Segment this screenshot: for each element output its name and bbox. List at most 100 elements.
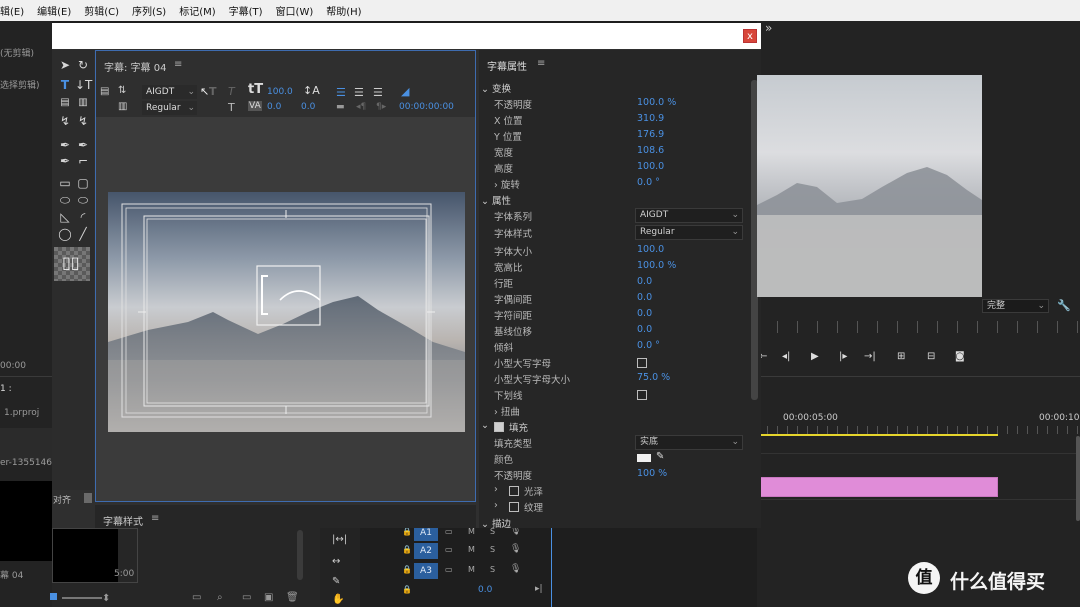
close-button[interactable]: x	[743, 29, 757, 43]
lock-icon[interactable]: 🔒	[402, 585, 412, 594]
font-size-value[interactable]: 100.0	[267, 87, 293, 97]
convert-anchor-tool-icon[interactable]: ⌐	[75, 154, 91, 168]
sync-icon[interactable]: ▭	[445, 565, 453, 574]
play-icon[interactable]: ▶	[811, 351, 819, 362]
align-right-icon[interactable]: ☰	[373, 86, 383, 99]
rounded-rect-tool-icon[interactable]: ▢	[75, 176, 91, 190]
mic-icon[interactable]: 🎙	[510, 564, 521, 574]
lock-icon[interactable]: 🔒	[402, 565, 412, 574]
title-tab[interactable]: 字幕: 字幕 04	[104, 59, 166, 74]
fill-opacity-value[interactable]: 100 %	[637, 468, 667, 479]
show-background-video-icon[interactable]: ◢	[401, 85, 409, 98]
new-item-icon[interactable]: ▣	[264, 592, 273, 603]
solo-button[interactable]: S	[490, 545, 495, 554]
arc-tool-icon[interactable]: ◜	[75, 210, 91, 224]
color-swatch[interactable]	[637, 454, 651, 462]
wrench-icon[interactable]: 🔧	[1057, 299, 1071, 312]
lock-icon[interactable]: 🔒	[402, 527, 412, 536]
section-stroke[interactable]: ⌄ 描边	[479, 515, 749, 528]
texture-checkbox[interactable]	[509, 502, 519, 512]
timeline-scrollbar[interactable]	[1076, 436, 1080, 521]
program-monitor-preview[interactable]	[757, 75, 982, 297]
prop-row[interactable]: › 旋转 0.0 °	[479, 176, 749, 192]
pen-icon[interactable]: ✎	[332, 576, 340, 587]
search-field[interactable]	[0, 428, 52, 462]
list-view-icon[interactable]	[50, 593, 57, 600]
leading-prop-value[interactable]: 0.0	[637, 276, 652, 287]
folder-icon[interactable]: ▭	[242, 592, 251, 603]
sheen-checkbox[interactable]	[509, 486, 519, 496]
hand-icon[interactable]: ✋	[332, 594, 344, 605]
track-a3-target[interactable]: A3	[414, 563, 438, 579]
pen-tool-icon[interactable]: ✒	[57, 138, 73, 152]
menu-edit[interactable]: 编辑(E)	[37, 3, 71, 18]
expand-panels-icon[interactable]: »	[765, 21, 772, 35]
font-family-select[interactable]: AIGDT ⌄	[142, 85, 197, 99]
path-type-tool-icon[interactable]: ↯	[57, 114, 73, 128]
styles-panel-title[interactable]: 字幕样式	[103, 513, 143, 528]
mic-icon[interactable]: 🎙	[510, 544, 521, 554]
font-style-dropdown[interactable]: Regular ⌄	[635, 225, 743, 240]
ellipse-tool-icon[interactable]: ◯	[57, 227, 73, 241]
track-a2-target[interactable]: A2	[414, 543, 438, 559]
align-left-icon[interactable]: ☰	[336, 86, 346, 99]
area-type-tool-icon[interactable]: ▤	[57, 96, 73, 110]
section-fill[interactable]: ⌄ 填充	[479, 419, 749, 435]
panel-menu-icon[interactable]: ≡	[151, 513, 159, 524]
menu-title[interactable]: 字幕(T)	[229, 3, 263, 18]
mute-button[interactable]: M	[468, 527, 475, 536]
dialog-titlebar[interactable]: x	[52, 23, 761, 49]
small-caps-checkbox[interactable]	[637, 358, 647, 368]
baseline-shift-value[interactable]: 0.0	[637, 324, 652, 335]
font-family-dropdown[interactable]: AIGDT ⌄	[635, 208, 743, 223]
menu-window[interactable]: 窗口(W)	[276, 3, 314, 18]
clip-thumbnail[interactable]	[0, 481, 52, 561]
width-value[interactable]: 108.6	[637, 145, 664, 156]
delete-anchor-tool-icon[interactable]: ✒	[75, 138, 91, 152]
slip-icon[interactable]: ↔	[332, 556, 340, 567]
menu-clip[interactable]: 剪辑(C)	[84, 3, 119, 18]
sync-icon[interactable]: ▭	[445, 527, 453, 536]
type-tool-icon[interactable]: T	[57, 78, 73, 92]
zoom-slider[interactable]	[62, 597, 102, 599]
menu-edit-partial[interactable]: 辑(E)	[0, 3, 24, 18]
rotation-tool-icon[interactable]: ↻	[75, 58, 91, 72]
insert-icon[interactable]: ⊞	[897, 351, 905, 362]
rounded-corner-tool-icon[interactable]: ⬭	[75, 193, 91, 207]
sort-icon[interactable]: ⬍	[102, 593, 110, 604]
fill-checkbox[interactable]	[494, 422, 504, 432]
tracking-value[interactable]: 0.0	[637, 308, 652, 319]
align-icon[interactable]	[84, 493, 92, 503]
rotate-value[interactable]: 0.0 °	[637, 177, 660, 188]
trash-icon[interactable]: 🗑	[286, 592, 299, 603]
aspect-value[interactable]: 100.0 %	[637, 260, 676, 271]
y-position-value[interactable]: 176.9	[637, 129, 664, 140]
wedge-tool-icon[interactable]: ◺	[57, 210, 73, 224]
font-size-prop-value[interactable]: 100.0	[637, 244, 664, 255]
selection-tool-icon[interactable]: ➤	[57, 58, 73, 72]
section-attributes[interactable]: ⌄ 属性	[479, 192, 749, 208]
export-frame-icon[interactable]: ◙	[955, 351, 965, 362]
menu-marker[interactable]: 标记(M)	[179, 3, 215, 18]
menu-help[interactable]: 帮助(H)	[326, 3, 361, 18]
prop-row[interactable]: › 纹理	[479, 499, 749, 515]
go-to-out-icon[interactable]: →|	[864, 351, 876, 362]
work-area-bar[interactable]	[757, 434, 998, 436]
fill-type-dropdown[interactable]: 实底 ⌄	[635, 435, 743, 450]
go-to-end-icon[interactable]: ▸|	[535, 584, 543, 594]
title-clip[interactable]	[757, 477, 998, 497]
panel-menu-icon[interactable]: ≡	[537, 58, 545, 69]
lock-icon[interactable]: 🔒	[402, 545, 412, 554]
kerning-prop-value[interactable]: 0.0	[637, 292, 652, 303]
underline-icon[interactable]: T	[228, 101, 235, 114]
new-bin-icon[interactable]: ▭	[192, 592, 201, 603]
add-anchor-tool-icon[interactable]: ✒	[57, 154, 73, 168]
prop-row[interactable]: › 光泽	[479, 483, 749, 499]
clipped-corner-tool-icon[interactable]: ⬭	[57, 193, 73, 207]
sync-icon[interactable]: ▭	[445, 545, 453, 554]
panel-menu-icon[interactable]: ≡	[174, 59, 182, 70]
underline-checkbox[interactable]	[637, 390, 647, 400]
step-back-icon[interactable]: ◂|	[782, 351, 790, 362]
roll-crawl-icon[interactable]: ⇅	[118, 85, 126, 96]
eyedropper-icon[interactable]: ✎	[656, 451, 664, 462]
